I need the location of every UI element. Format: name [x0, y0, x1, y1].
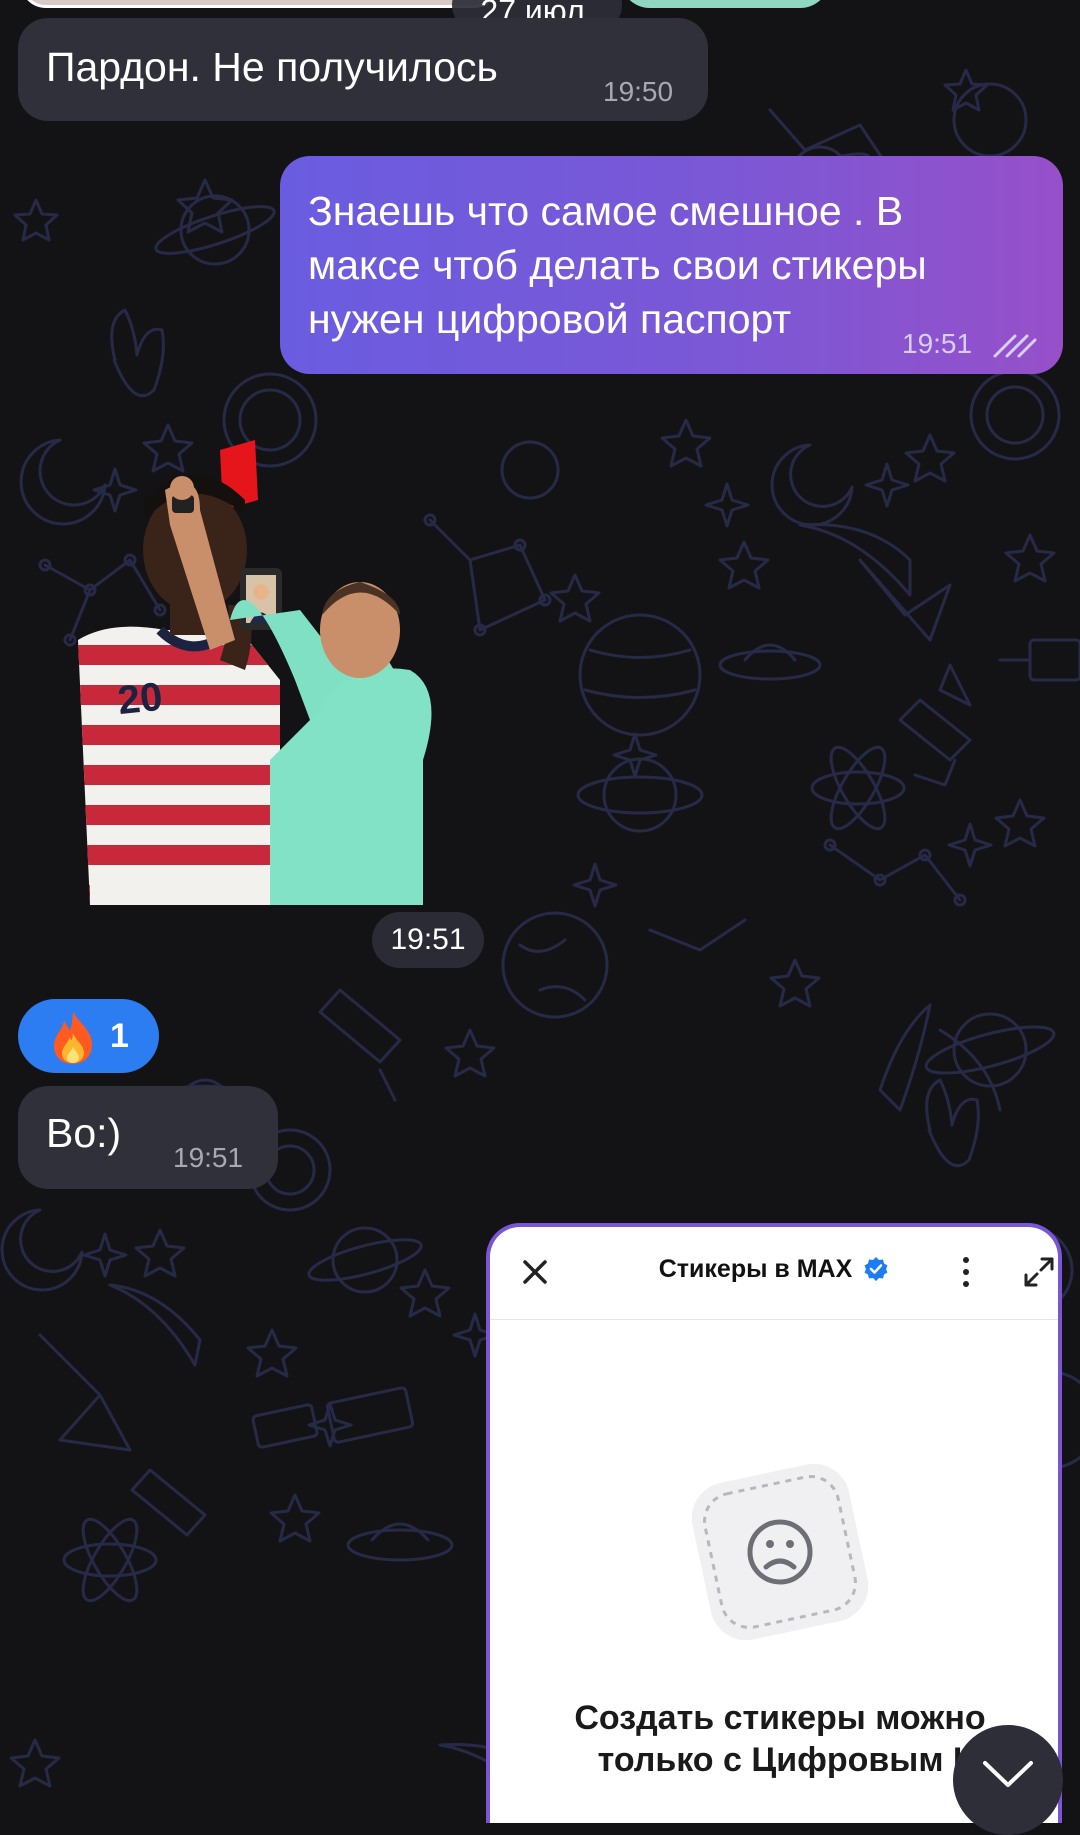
mini-app-header: Стикеры в MAX — [490, 1227, 1058, 1320]
message-text: Пардон. Не получилось — [46, 44, 498, 90]
previous-media-thumbnail[interactable] — [20, 0, 500, 8]
message-time: 19:51 — [173, 1142, 244, 1173]
outgoing-message[interactable]: Знаешь что самое смешное . В максе чтоб … — [280, 156, 1063, 374]
expand-icon[interactable] — [1022, 1255, 1056, 1289]
mini-app-message-line: Создать стикеры можно — [574, 1699, 986, 1737]
incoming-message[interactable]: Пардон. Не получилось 19:50 — [18, 18, 708, 121]
message-line: максе чтоб делать свои стикеры — [308, 242, 927, 288]
message-line: Знаешь что самое смешное . В — [308, 188, 904, 234]
mini-app-card[interactable]: Стикеры в MAX Создать стикеры можно толь… — [486, 1223, 1062, 1823]
double-check-icon — [993, 334, 1037, 358]
mini-app-title-text: Стикеры в MAX — [658, 1255, 853, 1283]
verified-badge-icon — [864, 1257, 888, 1281]
chevron-down-icon — [983, 1761, 1033, 1787]
sticker-message[interactable]: 20 — [70, 430, 490, 910]
reaction-chip[interactable]: 1 — [18, 999, 159, 1073]
message-time: 19:50 — [603, 76, 674, 107]
sticker-image: 20 — [78, 440, 432, 905]
message-time: 19:51 — [372, 912, 484, 968]
message-line: нужен цифровой паспорт — [308, 296, 792, 342]
message-text: Знаешь что самое смешное . В максе чтоб … — [308, 184, 927, 346]
message-time: 19:51 — [902, 328, 973, 359]
fire-emoji-icon — [54, 1011, 92, 1064]
reaction-count: 1 — [110, 1017, 129, 1055]
shirt-number: 20 — [116, 675, 165, 723]
sad-face-icon — [691, 1463, 869, 1641]
more-vertical-icon[interactable] — [960, 1255, 972, 1289]
mini-app-title[interactable]: Стикеры в MAX — [490, 1255, 1058, 1284]
incoming-message[interactable]: Во:) 19:51 — [18, 1086, 278, 1189]
scroll-down-button[interactable] — [953, 1725, 1063, 1835]
previous-media-thumbnail-right[interactable] — [620, 0, 830, 8]
message-text: Во:) — [46, 1110, 122, 1156]
